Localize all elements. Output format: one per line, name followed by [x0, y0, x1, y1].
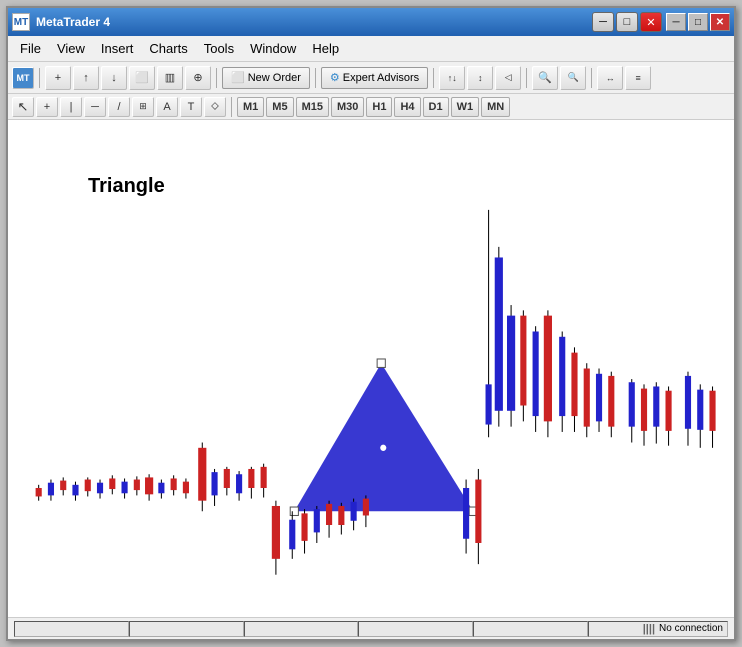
menu-view[interactable]: View [49, 38, 93, 59]
minimize-button[interactable]: ─ [666, 13, 686, 31]
timeframe-m30[interactable]: M30 [331, 97, 364, 117]
period-sep-button[interactable]: ↔ [597, 66, 623, 90]
separator-4 [433, 68, 434, 88]
timeframe-m5[interactable]: M5 [266, 97, 293, 117]
menu-window[interactable]: Window [242, 38, 304, 59]
menu-charts[interactable]: Charts [141, 38, 195, 59]
expert-label: Expert Advisors [343, 72, 419, 84]
status-connection: |||| No connection [588, 621, 728, 637]
new-order-button[interactable]: ⬜ New Order [222, 67, 310, 89]
expert-advisors-button[interactable]: ⚙ Expert Advisors [321, 67, 428, 89]
chart-area[interactable]: Triangle [8, 120, 734, 617]
app-icon: MT [12, 13, 30, 31]
buy-button[interactable]: ↑↓ [439, 66, 465, 90]
zoom-in-button[interactable]: ↑ [73, 66, 99, 90]
chart-properties-button[interactable]: ▥ [157, 66, 183, 90]
channel-button[interactable]: ⊞ [132, 97, 154, 117]
new-order-icon: ⬜ [231, 71, 245, 84]
text-label-button[interactable]: T [180, 97, 202, 117]
menu-bar: File View Insert Charts Tools Window Hel… [8, 36, 734, 62]
menu-insert[interactable]: Insert [93, 38, 142, 59]
crosshair-tool-button[interactable]: + [36, 97, 58, 117]
triangle-shape [294, 363, 473, 511]
timeframe-mn[interactable]: MN [481, 97, 510, 117]
chart-svg [8, 120, 734, 617]
expert-icon: ⚙ [330, 71, 340, 84]
separator-1 [39, 68, 40, 88]
separator-2 [216, 68, 217, 88]
cursor-tool-button[interactable]: ↖ [12, 97, 34, 117]
timeframe-w1[interactable]: W1 [451, 97, 480, 117]
status-bar: |||| No connection [8, 617, 734, 639]
status-segments: |||| No connection [14, 621, 728, 637]
signal-icon: |||| [643, 623, 655, 635]
timeframe-h1[interactable]: H1 [366, 97, 392, 117]
menu-file[interactable]: File [12, 38, 49, 59]
separator-6 [591, 68, 592, 88]
text-button[interactable]: A [156, 97, 178, 117]
separator-5 [526, 68, 527, 88]
trendline-button[interactable]: / [108, 97, 130, 117]
close-button[interactable]: ✕ [710, 13, 730, 31]
toolbar-drawing: ↖ + | ─ / ⊞ A T ⬦ M1 M5 M15 M30 H1 H4 D1… [8, 94, 734, 120]
connection-label: No connection [659, 623, 723, 634]
status-seg-3 [244, 621, 359, 637]
new-order-label: New Order [248, 72, 301, 84]
inner-minimize-button[interactable]: ─ [592, 12, 614, 32]
chart-scroll-button[interactable]: ⬜ [129, 66, 155, 90]
zoom-in2-button[interactable]: 🔍 [532, 66, 558, 90]
status-seg-2 [129, 621, 244, 637]
sell-button[interactable]: ↕ [467, 66, 493, 90]
connection-status: |||| No connection [643, 623, 723, 635]
status-seg-1 [14, 621, 129, 637]
new-chart-button[interactable]: + [45, 66, 71, 90]
separator-tf [231, 97, 232, 117]
history-button[interactable]: ◁ [495, 66, 521, 90]
window-controls: ─ □ ✕ [666, 13, 730, 31]
vertical-line-button[interactable]: | [60, 97, 82, 117]
triangle-handle-top [377, 359, 385, 367]
triangle-center-dot [380, 445, 386, 451]
horizontal-line-button[interactable]: ─ [84, 97, 106, 117]
timeframe-h4[interactable]: H4 [394, 97, 420, 117]
timeframe-d1[interactable]: D1 [423, 97, 449, 117]
app-small-icon[interactable]: MT [12, 67, 34, 89]
chart-shift-button[interactable]: ≡ [625, 66, 651, 90]
inner-maximize-button[interactable]: □ [616, 12, 638, 32]
timeframe-m1[interactable]: M1 [237, 97, 264, 117]
status-seg-5 [473, 621, 588, 637]
main-window: MT MetaTrader 4 ─ □ ✕ ─ □ ✕ File View In… [6, 6, 736, 641]
arrow-button[interactable]: ⬦ [204, 97, 226, 117]
template-button[interactable]: ⊕ [185, 66, 211, 90]
zoom-out-button[interactable]: ↓ [101, 66, 127, 90]
menu-tools[interactable]: Tools [196, 38, 242, 59]
status-seg-4 [358, 621, 473, 637]
zoom-out2-button[interactable]: 🔍 [560, 66, 586, 90]
inner-close-button[interactable]: ✕ [640, 12, 662, 32]
separator-3 [315, 68, 316, 88]
window-title: MetaTrader 4 [36, 15, 592, 29]
menu-help[interactable]: Help [304, 38, 347, 59]
title-bar: MT MetaTrader 4 ─ □ ✕ ─ □ ✕ [8, 8, 734, 36]
restore-button[interactable]: □ [688, 13, 708, 31]
toolbar-main: MT + ↑ ↓ ⬜ ▥ ⊕ ⬜ New Order ⚙ Expert Advi… [8, 62, 734, 94]
triangle-handle-left [290, 507, 298, 515]
timeframe-m15[interactable]: M15 [296, 97, 329, 117]
